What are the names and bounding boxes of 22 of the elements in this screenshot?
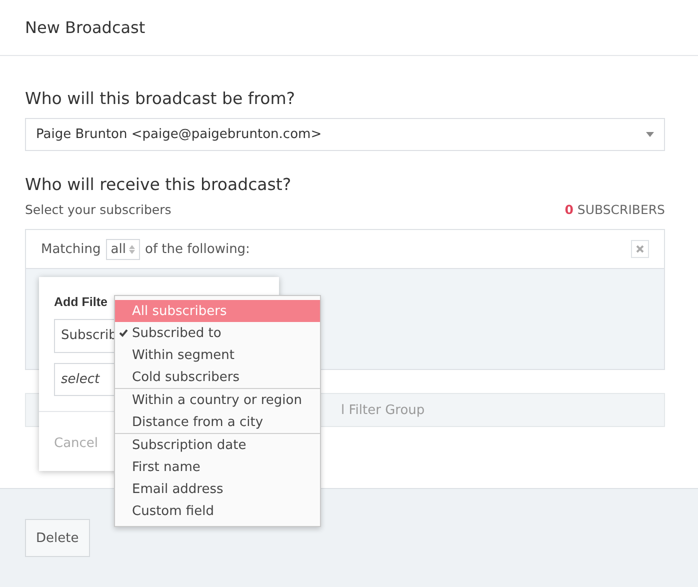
matching-label: Matching	[41, 242, 101, 256]
matching-select[interactable]: all	[106, 238, 140, 260]
dropdown-option[interactable]: Email address	[115, 478, 320, 500]
section-heading: Who will receive this broadcast?	[25, 175, 292, 194]
close-icon	[636, 245, 644, 253]
popover-title: Add Filte	[54, 295, 108, 309]
matching-label: of the following:	[144, 242, 250, 256]
close-button[interactable]	[631, 240, 649, 258]
section-heading: Who will this broadcast be from?	[25, 89, 296, 108]
sender-select[interactable]: Paige Brunton <paige@paigebrunton.com>	[25, 118, 665, 151]
dropdown-option[interactable]: Cold subscribers	[115, 366, 320, 388]
field-label: Select your subscribers	[25, 202, 172, 217]
delete-button[interactable]: Delete	[25, 519, 90, 557]
dropdown-option[interactable]: Within segment	[115, 344, 320, 366]
dropdown-option[interactable]: Subscription date	[115, 434, 320, 456]
dropdown-option[interactable]: Custom field	[115, 500, 320, 522]
caret-icon	[646, 132, 654, 137]
dialog-title: New Broadcast	[25, 18, 146, 37]
dropdown-option[interactable]: Subscribed to	[115, 322, 320, 344]
sort-arrows-icon	[128, 244, 135, 254]
dropdown-option[interactable]: First name	[115, 456, 320, 478]
subscriber-count: 0 SUBSCRIBERS	[564, 202, 665, 217]
